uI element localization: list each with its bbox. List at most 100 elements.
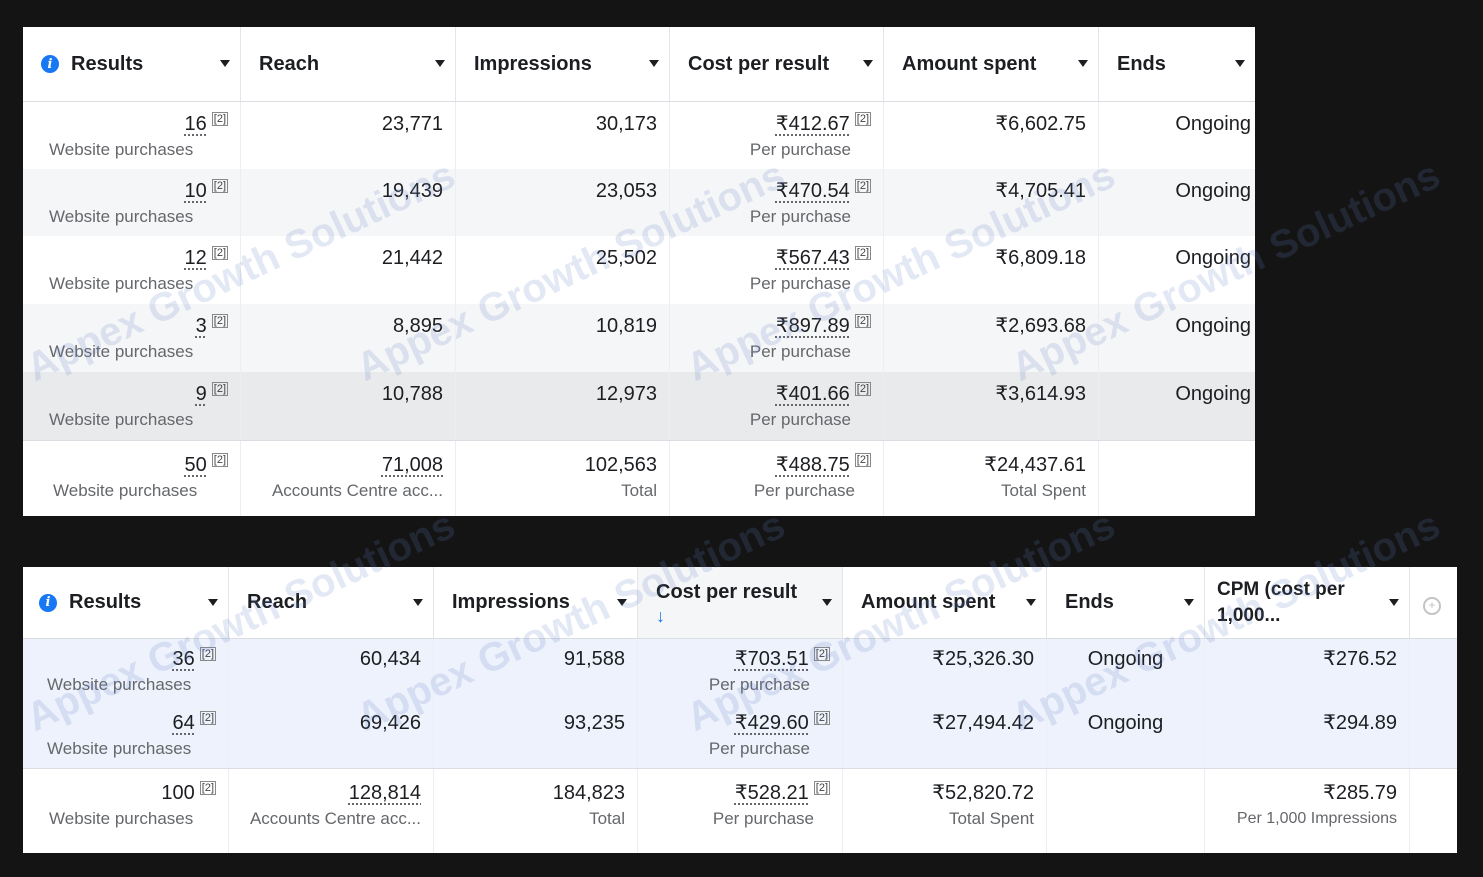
caret-down-icon[interactable] xyxy=(1078,60,1088,67)
caret-down-icon[interactable] xyxy=(413,598,423,606)
col-header-impressions[interactable]: Impressions xyxy=(434,567,638,638)
table-row[interactable]: 10 [2] Website purchases 19,439 23,053 ₹4… xyxy=(23,169,1255,236)
cost-total-value[interactable]: ₹528.21 xyxy=(735,782,809,804)
table-row[interactable]: 64 [2] Website purchases 69,426 93,235 ₹4… xyxy=(23,703,1457,768)
cell-spent-total: ₹24,437.61 Total Spent xyxy=(884,441,1099,516)
cell-ends-total xyxy=(1099,441,1255,516)
caret-down-icon[interactable] xyxy=(822,598,832,606)
cost-value[interactable]: ₹897.89 xyxy=(776,315,850,337)
spent-value: ₹3,614.93 xyxy=(995,383,1086,405)
col-header-cost-per-result[interactable]: Cost per result xyxy=(670,27,884,101)
spent-value: ₹6,809.18 xyxy=(995,247,1086,269)
caret-down-icon[interactable] xyxy=(435,60,445,67)
reach-value: 60,434 xyxy=(359,648,421,670)
results-value[interactable]: 36 xyxy=(173,648,195,670)
spent-value: ₹25,326.30 xyxy=(932,648,1034,670)
results-total-value[interactable]: 50 xyxy=(185,454,207,476)
reach-total-value[interactable]: 71,008 xyxy=(382,454,443,476)
footnote-marker: [2] xyxy=(854,179,871,194)
cell-impressions: 91,588 xyxy=(434,639,638,703)
cell-results: 12 [2] Website purchases xyxy=(23,236,241,304)
col-header-label: Amount spent xyxy=(861,591,996,613)
cost-value[interactable]: ₹429.60 xyxy=(735,712,809,734)
column-settings-icon[interactable]: + xyxy=(1423,597,1441,615)
cost-value[interactable]: ₹567.43 xyxy=(776,247,850,269)
impressions-total-label: Total xyxy=(621,481,657,500)
col-header-reach[interactable]: Reach xyxy=(241,27,456,101)
cell-amount-spent: ₹4,705.41 xyxy=(884,169,1099,236)
table-row[interactable]: 3 [2] Website purchases 8,895 10,819 ₹897… xyxy=(23,304,1255,372)
footnote-marker: [2] xyxy=(854,314,871,329)
cell-spent-total: ₹52,820.72 Total Spent xyxy=(843,769,1047,853)
ends-value: Ongoing xyxy=(1087,648,1164,670)
results-value[interactable]: 12 xyxy=(185,247,207,269)
info-icon[interactable]: i xyxy=(39,593,57,612)
results-label: Website purchases xyxy=(47,739,192,758)
cell-impressions: 23,053 xyxy=(456,169,670,236)
results-value[interactable]: 10 xyxy=(185,180,207,202)
footnote-marker: [2] xyxy=(854,453,871,468)
footnote-marker: [2] xyxy=(211,453,228,468)
spent-total-value: ₹24,437.61 xyxy=(984,454,1086,476)
col-header-results[interactable]: i Results xyxy=(23,27,241,101)
impressions-value: 23,053 xyxy=(595,180,657,202)
cell-amount-spent: ₹6,809.18 xyxy=(884,236,1099,304)
col-header-label: Cost per result xyxy=(656,581,798,603)
cell-impressions: 10,819 xyxy=(456,304,670,372)
footnote-marker: [2] xyxy=(211,314,228,329)
cell-ends: Ongoing xyxy=(1047,703,1205,768)
col-header-ends[interactable]: Ends xyxy=(1099,27,1255,101)
caret-down-icon[interactable] xyxy=(1184,598,1194,606)
ads-table-1: i Results Reach Impressions Cost per res… xyxy=(23,27,1255,516)
col-header-ends[interactable]: Ends xyxy=(1047,567,1205,638)
results-value[interactable]: 64 xyxy=(173,712,195,734)
ads-table-2: i Results Reach Impressions Cost per res… xyxy=(23,567,1457,853)
caret-down-icon[interactable] xyxy=(649,60,659,67)
cell-ends: Ongoing xyxy=(1099,304,1255,372)
cost-label: Per purchase xyxy=(749,207,851,226)
sort-down-arrow-icon[interactable]: ↓ xyxy=(656,606,828,627)
col-header-impressions[interactable]: Impressions xyxy=(456,27,670,101)
caret-down-icon[interactable] xyxy=(1389,598,1399,606)
col-header-reach[interactable]: Reach xyxy=(229,567,434,638)
table-row[interactable]: 16 [2] Website purchases 23,771 30,173 ₹4… xyxy=(23,102,1255,169)
col-header-cost-per-result[interactable]: Cost per result ↓ xyxy=(638,567,843,638)
caret-down-icon[interactable] xyxy=(1026,598,1036,606)
col-header-label: Reach xyxy=(247,591,308,613)
table-row[interactable]: 12 [2] Website purchases 21,442 25,502 ₹5… xyxy=(23,236,1255,304)
footnote-marker: [2] xyxy=(854,112,871,127)
cost-value[interactable]: ₹703.51 xyxy=(735,648,809,670)
col-header-label: Results xyxy=(71,52,144,75)
info-icon[interactable]: i xyxy=(41,55,59,73)
results-total-value[interactable]: 100 xyxy=(161,782,194,804)
caret-down-icon[interactable] xyxy=(208,598,218,606)
caret-down-icon[interactable] xyxy=(220,60,230,67)
col-header-amount-spent[interactable]: Amount spent xyxy=(884,27,1099,101)
reach-total-label: Accounts Centre acc... xyxy=(271,481,443,500)
col-header-label: CPM (cost per 1,000... xyxy=(1217,578,1345,626)
table-row[interactable]: 9 [2] Website purchases 10,788 12,973 ₹40… xyxy=(23,372,1255,440)
col-header-cpm[interactable]: CPM (cost per 1,000... xyxy=(1205,567,1410,638)
cell-amount-spent: ₹25,326.30 xyxy=(843,639,1047,703)
results-value[interactable]: 9 xyxy=(196,383,207,405)
cost-total-value[interactable]: ₹488.75 xyxy=(776,454,850,476)
caret-down-icon[interactable] xyxy=(1235,60,1245,67)
table-row[interactable]: 36 [2] Website purchases 60,434 91,588 ₹7… xyxy=(23,639,1457,703)
cost-label: Per purchase xyxy=(708,739,810,758)
caret-down-icon[interactable] xyxy=(863,60,873,67)
col-header-label: Ends xyxy=(1117,52,1166,75)
reach-total-value[interactable]: 128,814 xyxy=(349,782,421,804)
col-header-amount-spent[interactable]: Amount spent xyxy=(843,567,1047,638)
cost-label: Per purchase xyxy=(749,140,851,159)
cell-ends-total xyxy=(1047,769,1205,853)
cost-value[interactable]: ₹470.54 xyxy=(776,180,850,202)
cost-value[interactable]: ₹412.67 xyxy=(776,113,850,135)
caret-down-icon[interactable] xyxy=(617,598,627,606)
results-value[interactable]: 16 xyxy=(185,113,207,135)
results-value[interactable]: 3 xyxy=(196,315,207,337)
table-2-header: i Results Reach Impressions Cost per res… xyxy=(23,567,1457,639)
spent-total-label: Total Spent xyxy=(1000,481,1086,500)
cost-label: Per purchase xyxy=(749,410,851,429)
col-header-results[interactable]: i Results xyxy=(23,567,229,638)
cost-value[interactable]: ₹401.66 xyxy=(776,383,850,405)
